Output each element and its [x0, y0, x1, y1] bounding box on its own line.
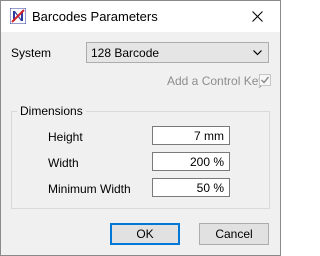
system-label: System: [11, 46, 52, 60]
control-key-checkbox[interactable]: [259, 74, 271, 86]
height-value: 7 mm: [194, 129, 224, 143]
app-icon: [9, 7, 27, 25]
title-bar[interactable]: Barcodes Parameters: [1, 1, 280, 32]
min-width-label: Minimum Width: [48, 182, 131, 196]
control-key-label: Add a Control Key: [167, 74, 265, 88]
dialog-window: Barcodes Parameters System 128 Barcode A…: [0, 0, 281, 256]
width-label: Width: [48, 156, 79, 170]
chevron-down-icon: [253, 50, 262, 56]
min-width-value: 50 %: [196, 181, 224, 195]
dimensions-group-label: Dimensions: [17, 104, 86, 118]
cancel-button[interactable]: Cancel: [199, 223, 269, 245]
system-select-value: 128 Barcode: [91, 46, 160, 60]
window-title: Barcodes Parameters: [32, 9, 158, 24]
system-select[interactable]: 128 Barcode: [86, 42, 269, 63]
height-label: Height: [48, 130, 83, 144]
height-input[interactable]: 7 mm: [152, 126, 230, 145]
checkmark-icon: [260, 76, 270, 84]
width-input[interactable]: 200 %: [152, 152, 230, 171]
min-width-input[interactable]: 50 %: [152, 178, 230, 197]
ok-button[interactable]: OK: [110, 223, 180, 245]
width-value: 200 %: [189, 155, 224, 169]
close-icon: [252, 11, 263, 22]
close-button[interactable]: [236, 1, 280, 32]
